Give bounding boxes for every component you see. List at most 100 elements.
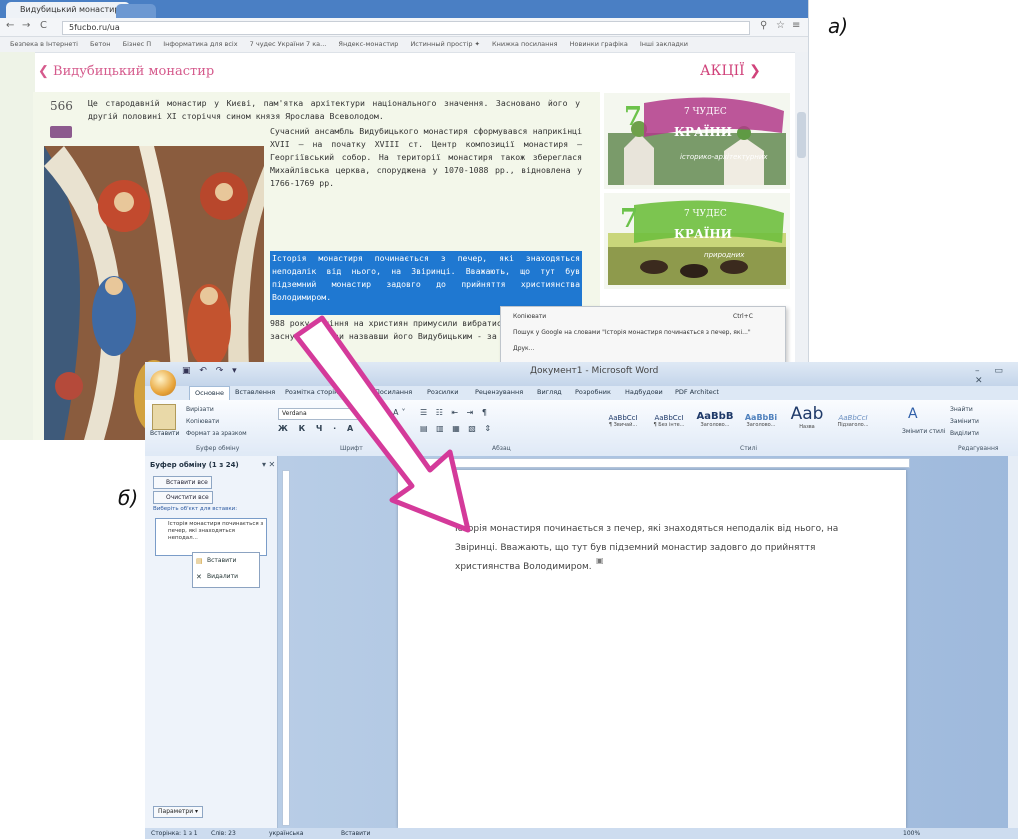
- promo-banner-nature[interactable]: 7 7 ЧУДЕС КРАЇНИ природних: [604, 193, 790, 289]
- bookmark-item[interactable]: Інформатика для всіх: [163, 40, 237, 48]
- window-controls[interactable]: — ▭ ✕: [951, 2, 1012, 12]
- bookmark-item[interactable]: Истинный простір ✦: [410, 40, 480, 48]
- options-button[interactable]: Параметри ▾: [153, 806, 204, 818]
- find-button[interactable]: Знайти: [950, 406, 973, 413]
- style-name: ¶ Без інте...: [653, 422, 685, 428]
- bookmark-item[interactable]: Книжка посилання: [492, 40, 558, 48]
- status-mode[interactable]: Вставити: [341, 828, 370, 839]
- style-name: Заголово...: [700, 422, 730, 428]
- status-words[interactable]: Слів: 23: [211, 828, 236, 839]
- change-styles-button[interactable]: Змінити стилі: [902, 428, 945, 435]
- menu-icon[interactable]: ≡: [792, 20, 800, 31]
- copy-button[interactable]: Копіювати: [186, 418, 219, 425]
- vertical-ruler[interactable]: [282, 470, 290, 826]
- ad-line3: природних: [704, 251, 745, 259]
- bookmark-item[interactable]: Інші закладки: [640, 40, 688, 48]
- align-buttons[interactable]: ▤ ▥ ▦ ▧ ⇕: [420, 424, 494, 433]
- bookmark-item[interactable]: Бізнес П: [123, 40, 152, 48]
- style-option[interactable]: AaBbBi Заголово...: [738, 404, 784, 442]
- paste-icon[interactable]: [152, 404, 176, 430]
- vertical-scrollbar[interactable]: [1008, 456, 1018, 828]
- style-option[interactable]: Aab Назва: [784, 404, 830, 442]
- font-name-select[interactable]: Verdana: [278, 408, 365, 420]
- horizontal-ruler[interactable]: [398, 458, 910, 468]
- bookmarks-bar: Безпека в Інтернеті Бетон Бізнес П Інфор…: [0, 37, 808, 53]
- quick-access-toolbar[interactable]: ▣ ↶ ↷ ▾: [182, 366, 240, 376]
- tab-page-layout[interactable]: Розмітка сторінки: [285, 388, 347, 396]
- change-styles-icon[interactable]: A: [908, 406, 918, 422]
- cut-button[interactable]: Вирізати: [186, 406, 214, 413]
- style-preview: AaBbCcI: [654, 414, 684, 422]
- reload-icon[interactable]: C: [40, 20, 47, 31]
- styles-gallery[interactable]: AaBbCcI ¶ Звичай... AaBbCcI ¶ Без інте... …: [600, 404, 900, 442]
- scrollbar-thumb[interactable]: [797, 112, 806, 158]
- context-copy[interactable]: Копіювати: [513, 313, 546, 320]
- paste-all-button[interactable]: Вставити все: [153, 476, 212, 489]
- status-language[interactable]: українська: [269, 828, 303, 839]
- style-preview: AaBbB: [696, 411, 734, 422]
- tab-references[interactable]: Посилання: [375, 388, 412, 396]
- context-print[interactable]: Друк...: [513, 345, 534, 352]
- font-size-buttons[interactable]: A˄ A˅: [372, 408, 409, 417]
- paste-options-icon[interactable]: ▣: [596, 556, 604, 565]
- close-icon[interactable]: ▾ ✕: [262, 460, 275, 469]
- selected-article-text[interactable]: Історія монастиря починається з печер, я…: [272, 252, 580, 304]
- tab-developer[interactable]: Розробник: [575, 388, 611, 396]
- bookmark-item[interactable]: Яндекс-монастир: [338, 40, 398, 48]
- word-window-controls[interactable]: – ▭ ✕: [975, 366, 1018, 386]
- style-name: Заголово...: [746, 422, 776, 428]
- menu-delete[interactable]: Видалити: [207, 573, 238, 580]
- page-left-margin: [0, 52, 35, 440]
- favorite-icon[interactable]: [50, 126, 72, 138]
- tab-mailings[interactable]: Розсилки: [427, 388, 458, 396]
- tab-review[interactable]: Рецензування: [475, 388, 523, 396]
- format-painter-button[interactable]: Формат за зразком: [186, 430, 247, 437]
- status-page[interactable]: Сторінка: 1 з 1: [151, 828, 198, 839]
- tab-pdf-architect[interactable]: PDF Architect: [675, 388, 719, 396]
- clear-all-button[interactable]: Очистити все: [153, 491, 213, 504]
- svg-text:7: 7: [624, 102, 642, 132]
- bookmark-item[interactable]: Новинки графіка: [570, 40, 628, 48]
- site-title[interactable]: ❮ Видубицький монастир: [38, 64, 214, 79]
- style-option[interactable]: AaBbB Заголово...: [692, 404, 738, 442]
- browser-tab-active[interactable]: Видубицький монастир ✕: [6, 2, 130, 30]
- status-zoom[interactable]: 100%: [903, 828, 920, 839]
- style-preview: AaBbCcI: [838, 414, 868, 422]
- new-tab-button[interactable]: [116, 4, 156, 18]
- style-option[interactable]: AaBbCcI Підзаголо...: [830, 404, 876, 442]
- site-title-text: Видубицький монастир: [53, 64, 215, 79]
- clipboard-group-label: Буфер обміну: [196, 445, 240, 452]
- context-search[interactable]: Пошук у Google на словами "Історія монас…: [513, 329, 773, 336]
- article-paragraph: Сучасний ансамбль Видубицького монастиря…: [270, 126, 582, 188]
- copy-shortcut: Ctrl+C: [733, 313, 753, 320]
- style-option[interactable]: AaBbCcI ¶ Звичай...: [600, 404, 646, 442]
- forward-icon[interactable]: →: [22, 20, 30, 31]
- paste-button-label[interactable]: Вставити: [150, 430, 179, 437]
- tab-home[interactable]: Основне: [189, 386, 230, 400]
- ad-line3: історико-архітектурних: [680, 153, 768, 161]
- star-icon[interactable]: ☆: [776, 20, 785, 31]
- url-input[interactable]: 5fucbo.ru/ua: [62, 21, 750, 35]
- promo-banner-architecture[interactable]: 7 7 ЧУДЕС КРАЇНИ історико-архітектурних: [604, 93, 790, 189]
- tab-view[interactable]: Вигляд: [537, 388, 562, 396]
- bookmark-item[interactable]: Бетон: [90, 40, 110, 48]
- clipboard-item[interactable]: Історія монастиря починається з печер, я…: [155, 518, 267, 556]
- document-body-text[interactable]: Історія монастиря починається з печер, я…: [455, 520, 855, 577]
- bookmark-item[interactable]: 7 чудес України 7 ка...: [250, 40, 327, 48]
- tab-addins[interactable]: Надбудови: [625, 388, 663, 396]
- font-format-buttons[interactable]: Ж К Ч · A: [278, 424, 357, 433]
- list-buttons[interactable]: ☰ ☷ ⇤ ⇥ ¶: [420, 408, 490, 417]
- tab-insert[interactable]: Вставлення: [235, 388, 275, 396]
- select-button[interactable]: Виділити: [950, 430, 979, 437]
- word-window-title: Документ1 - Microsoft Word: [530, 366, 659, 376]
- style-name: Підзаголо...: [837, 422, 869, 428]
- promo-link-text: АКЦІЇ: [700, 63, 745, 79]
- bookmark-item[interactable]: Безпека в Інтернеті: [10, 40, 78, 48]
- back-icon[interactable]: ←: [6, 20, 14, 31]
- ribbon-tabs: Основне Вставлення Розмітка сторінки Пос…: [145, 386, 1018, 400]
- zoom-icon[interactable]: ⚲: [760, 20, 767, 31]
- menu-paste[interactable]: Вставити: [207, 557, 236, 564]
- replace-button[interactable]: Замінити: [950, 418, 979, 425]
- style-option[interactable]: AaBbCcI ¶ Без інте...: [646, 404, 692, 442]
- promo-link[interactable]: АКЦІЇ ❯: [700, 63, 761, 79]
